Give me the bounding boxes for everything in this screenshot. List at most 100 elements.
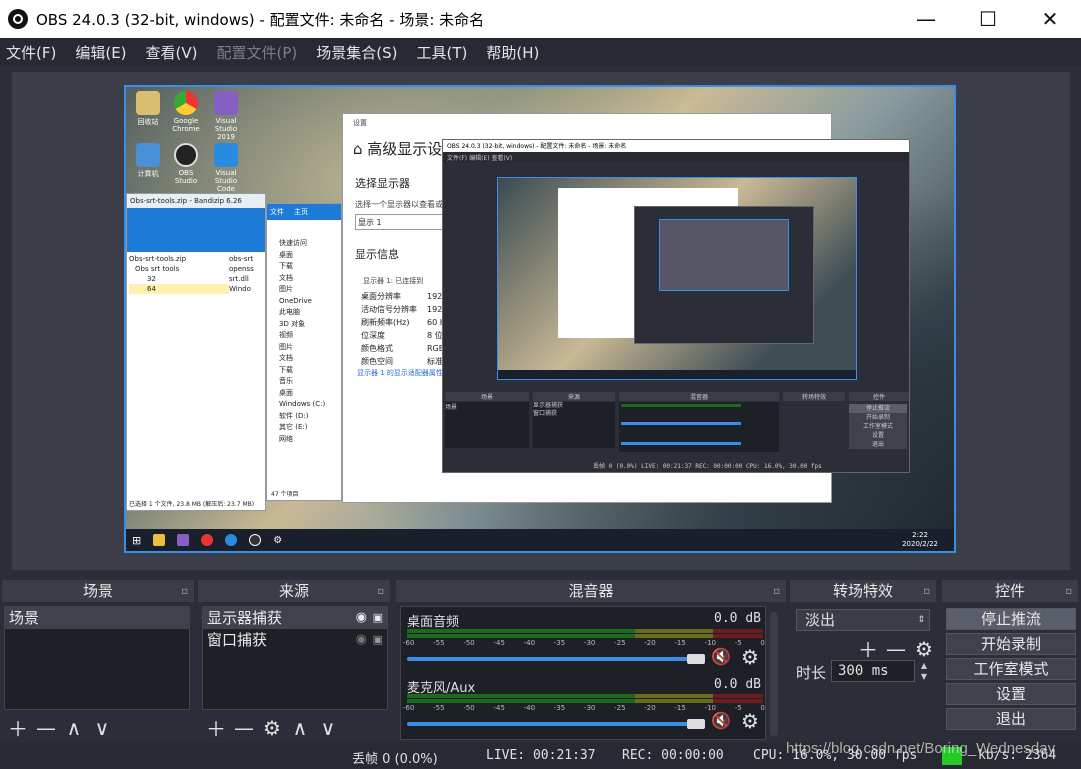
nav-item[interactable]: 其它 (E:) — [279, 422, 337, 434]
nav-item[interactable]: Windows (C:) — [279, 399, 337, 411]
float-icon[interactable]: ▫ — [181, 581, 188, 603]
move-down-icon[interactable]: ∨ — [92, 716, 112, 740]
spin-up-icon[interactable]: ▲ — [917, 660, 931, 671]
transition-select[interactable]: 淡出 ⇕ — [796, 609, 930, 631]
obs-logo-icon — [8, 9, 28, 29]
maximize-button[interactable]: ☐ — [957, 0, 1019, 38]
nav-item[interactable]: 图片 — [279, 342, 337, 354]
nav-item[interactable]: 桌面 — [279, 250, 337, 262]
tree-item[interactable]: 32 — [129, 274, 229, 284]
gear-icon[interactable]: ⚙ — [741, 645, 759, 669]
list-item[interactable]: 场景 — [5, 607, 189, 629]
menu-scene-collection[interactable]: 场景集合(S) — [316, 42, 397, 63]
nav-item[interactable]: 音乐 — [279, 376, 337, 388]
explorer-window: 文件 主页 快速访问 桌面 下载 文档 图片 OneDrive 此电脑 3D 对象 视频 图片 文档下… — [266, 203, 342, 501]
nested-control-button: 工作室模式 — [849, 422, 907, 431]
add-icon[interactable]: ＋ — [858, 634, 878, 663]
nav-item[interactable]: 此电脑 — [279, 307, 337, 319]
remove-icon[interactable]: — — [36, 716, 56, 740]
nav-item[interactable]: OneDrive — [279, 296, 337, 308]
explorer-tab[interactable]: 文件 — [270, 207, 284, 217]
stop-streaming-button[interactable]: 停止推流 — [946, 608, 1076, 630]
lock-icon[interactable]: ▣ — [373, 607, 383, 629]
move-up-icon[interactable]: ∧ — [290, 716, 310, 740]
file-item[interactable]: obs-srt — [229, 254, 254, 264]
menu-help[interactable]: 帮助(H) — [486, 42, 539, 63]
preview-canvas[interactable]: 回收站 Google Chrome Visual Studio 2019 计算机… — [124, 85, 956, 553]
nested-menu-item: 文件(F) — [447, 155, 468, 162]
gear-icon[interactable]: ⚙ — [262, 716, 282, 740]
nested-obs-window: OBS 24.0.3 (32-bit, windows) - 配置文件: 未命名… — [442, 139, 910, 473]
nav-item[interactable]: 下载 — [279, 365, 337, 377]
lock-icon[interactable]: ▣ — [373, 629, 383, 651]
spin-down-icon[interactable]: ▼ — [917, 671, 931, 682]
settings-button[interactable]: 设置 — [946, 683, 1076, 705]
nav-item[interactable]: 软件 (D:) — [279, 411, 337, 423]
file-item[interactable]: Windo — [229, 284, 254, 294]
nav-item[interactable]: 文档 — [279, 353, 337, 365]
minimize-button[interactable]: — — [895, 0, 957, 38]
menu-edit[interactable]: 编辑(E) — [75, 42, 126, 63]
nested-status-item: REC: 00:00:00 — [695, 463, 743, 470]
float-icon[interactable]: ▫ — [377, 581, 384, 603]
tree-item[interactable]: 64 — [129, 284, 229, 294]
nested-scene-list: 场景 — [445, 402, 529, 448]
nav-item[interactable]: 图片 — [279, 284, 337, 296]
remove-icon[interactable]: — — [886, 637, 906, 661]
duration-input[interactable]: 300 ms — [831, 660, 915, 682]
mute-icon[interactable]: 🔇 — [711, 647, 731, 666]
gear-icon[interactable]: ⚙ — [914, 637, 934, 661]
volume-knob[interactable] — [687, 719, 705, 729]
menu-profile[interactable]: 配置文件(P) — [217, 42, 298, 63]
remove-icon[interactable]: — — [234, 716, 254, 740]
nav-item[interactable]: 下载 — [279, 261, 337, 273]
nav-item[interactable]: 视频 — [279, 330, 337, 342]
menu-view[interactable]: 查看(V) — [146, 42, 198, 63]
channel-db: 0.0 dB — [714, 611, 761, 626]
nav-item[interactable]: 文档 — [279, 273, 337, 285]
eye-hidden-icon[interactable]: ◉ — [356, 629, 367, 651]
nav-item[interactable]: 桌面 — [279, 388, 337, 400]
file-item[interactable]: srt.dll — [229, 274, 254, 284]
duration-spinner[interactable]: ▲ ▼ — [917, 660, 931, 682]
add-icon[interactable]: ＋ — [206, 713, 226, 742]
exit-button[interactable]: 退出 — [946, 708, 1076, 730]
menu-file[interactable]: 文件(F) — [6, 42, 56, 63]
tree-item[interactable]: Obs-srt-tools.zip — [129, 254, 229, 264]
visual-studio-icon — [177, 534, 190, 546]
move-up-icon[interactable]: ∧ — [64, 716, 84, 740]
obs-window: OBS 24.0.3 (32-bit, windows) - 配置文件: 未命名… — [0, 0, 1081, 769]
sources-list[interactable]: 显示器捕获 ◉ ▣ 窗口捕获 ◉ ▣ — [202, 606, 388, 710]
clock-date: 2020/2/22 — [902, 540, 938, 548]
volume-knob[interactable] — [687, 654, 705, 664]
mixer-scrollbar[interactable] — [770, 612, 778, 736]
start-recording-button[interactable]: 开始录制 — [946, 633, 1076, 655]
gear-icon[interactable]: ⚙ — [741, 709, 759, 733]
desktop-icon-label: 回收站 — [137, 118, 159, 126]
float-icon[interactable]: ▫ — [1065, 581, 1072, 603]
mixer-dock-title: 混音器 ▫ — [396, 580, 786, 602]
nav-item[interactable]: 快速访问 — [279, 238, 337, 250]
nav-item[interactable]: 网络 — [279, 434, 337, 446]
add-icon[interactable]: ＋ — [8, 713, 28, 742]
list-item[interactable]: 窗口捕获 ◉ ▣ — [203, 629, 387, 651]
info-value: 标准 — [427, 357, 443, 366]
file-item[interactable]: openss — [229, 264, 254, 274]
studio-mode-button[interactable]: 工作室模式 — [946, 658, 1076, 680]
mute-icon[interactable]: 🔇 — [711, 711, 731, 730]
chrome-icon — [174, 91, 198, 115]
float-icon[interactable]: ▫ — [923, 581, 930, 603]
list-item[interactable]: 显示器捕获 ◉ ▣ — [203, 607, 387, 629]
volume-slider[interactable] — [407, 657, 697, 661]
eye-icon[interactable]: ◉ — [356, 607, 367, 629]
explorer-tab[interactable]: 主页 — [294, 207, 308, 217]
close-button[interactable]: ✕ — [1019, 0, 1081, 38]
scenes-list[interactable]: 场景 — [4, 606, 190, 710]
menu-tools[interactable]: 工具(T) — [416, 42, 467, 63]
volume-slider[interactable] — [407, 722, 697, 726]
float-icon[interactable]: ▫ — [773, 581, 780, 603]
nav-item[interactable]: 3D 对象 — [279, 319, 337, 331]
tree-item[interactable]: Obs srt tools — [129, 264, 229, 274]
move-down-icon[interactable]: ∨ — [318, 716, 338, 740]
monitor-select[interactable]: 显示 1 — [355, 214, 445, 230]
